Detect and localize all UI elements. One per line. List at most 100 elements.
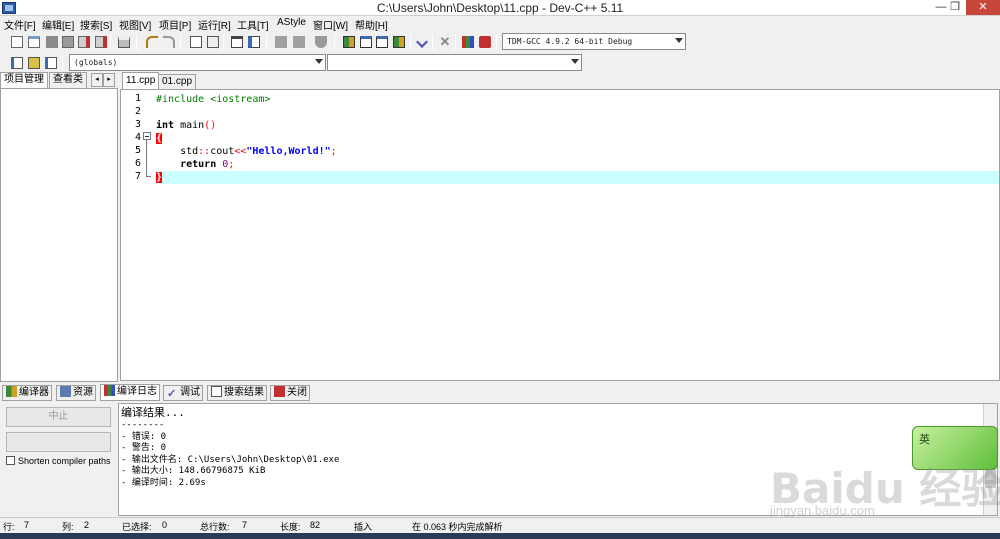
tab-scroll-right-button[interactable]: ▸ <box>103 73 115 87</box>
tab-compiler[interactable]: 编译器 <box>2 385 52 401</box>
close-brace-highlight: } <box>156 172 163 183</box>
close-file-button[interactable] <box>75 33 91 49</box>
print-button[interactable] <box>115 33 131 49</box>
code-line-1: #include <iostream> <box>156 94 271 105</box>
syntax-check-button[interactable] <box>413 33 429 49</box>
symbol-select[interactable] <box>327 54 582 71</box>
shorten-paths-checkbox[interactable]: Shorten compiler paths <box>6 456 111 466</box>
find-button[interactable] <box>187 33 203 49</box>
save-icon <box>46 36 58 48</box>
tab-resources-label: 资源 <box>73 387 93 398</box>
chevron-down-icon <box>675 38 683 43</box>
status-col-label: 列: <box>62 522 74 532</box>
check-icon <box>416 36 428 48</box>
stop-execution-button[interactable]: ✕ <box>436 33 452 49</box>
menu-file[interactable]: 文件[F] <box>4 17 36 32</box>
tab-debug[interactable]: ✓ 调试 <box>163 385 203 401</box>
save-all-button[interactable] <box>59 33 75 49</box>
goto-bookmark-button[interactable] <box>245 33 261 49</box>
tab-scroll-left-button[interactable]: ◂ <box>91 73 103 87</box>
new-file-icon <box>11 36 23 48</box>
project-panel: 项目管理 查看类 ◂ ▸ <box>0 72 118 382</box>
compile-button[interactable] <box>340 33 356 49</box>
save-button[interactable] <box>43 33 59 49</box>
tab-compile-log[interactable]: 编译日志 <box>100 384 160 401</box>
parens: () <box>204 120 217 131</box>
toggle-bookmark-button[interactable] <box>25 54 41 70</box>
code-editor[interactable]: 1 2 3 4 5 6 7 #include <iostream> int ma… <box>120 89 1000 381</box>
new-file-button[interactable] <box>8 33 24 49</box>
compile-icon <box>343 36 355 48</box>
menu-view[interactable]: 视图[V] <box>119 17 151 32</box>
status-length-label: 长度: <box>280 522 301 532</box>
delete-profile-button[interactable] <box>476 33 492 49</box>
compile-progress-bar <box>6 432 111 452</box>
close-panel-icon <box>274 386 285 397</box>
string-literal: "Hello,World!" <box>246 146 331 157</box>
project-tree[interactable] <box>0 88 118 382</box>
add-to-project-button[interactable] <box>272 33 288 49</box>
insert-button[interactable] <box>8 54 24 70</box>
toolbar-separator <box>410 34 411 50</box>
replace-button[interactable] <box>204 33 220 49</box>
abort-compile-button[interactable]: 中止 <box>6 407 111 427</box>
close-file-icon <box>78 36 90 48</box>
semicolon: ; <box>330 146 337 157</box>
log-line: - 编译时间: 2.69s <box>121 477 206 488</box>
editor-tab-11-cpp[interactable]: 11.cpp <box>122 72 160 89</box>
rebuild-all-button[interactable] <box>390 33 406 49</box>
project-options-button[interactable] <box>312 33 328 49</box>
remove-from-project-button[interactable] <box>290 33 306 49</box>
compile-run-button[interactable] <box>373 33 389 49</box>
toolbar-separator <box>266 34 267 50</box>
compiler-icon <box>6 386 17 397</box>
line-number: 2 <box>134 106 141 117</box>
toolbar-separator <box>62 54 63 70</box>
toolbar-separator <box>223 34 224 50</box>
goto-line-button[interactable] <box>228 33 244 49</box>
fold-collapse-icon[interactable] <box>143 132 151 140</box>
chevron-down-icon <box>571 59 579 64</box>
check-icon: ✓ <box>167 388 177 400</box>
open-file-button[interactable] <box>25 33 41 49</box>
editor-tab-bar: 11.cpp 01.cpp <box>120 72 1000 89</box>
stream-operator: << <box>234 146 247 157</box>
resources-icon <box>60 386 71 397</box>
log-line: - 警告: 0 <box>121 443 167 453</box>
scope-select-value: (globals) <box>74 58 118 67</box>
profile-button[interactable] <box>459 33 475 49</box>
restore-button[interactable]: ❐ <box>943 0 967 15</box>
menu-window[interactable]: 窗口[W] <box>313 17 348 32</box>
menu-tools[interactable]: 工具[T] <box>237 17 269 32</box>
close-button[interactable]: ✕ <box>966 0 1000 15</box>
menu-run[interactable]: 运行[R] <box>198 17 231 32</box>
toolbar-separator <box>110 34 111 50</box>
tab-project-manager[interactable]: 项目管理 <box>0 72 48 89</box>
checkbox-box[interactable] <box>6 456 15 465</box>
menu-project[interactable]: 项目[P] <box>159 17 191 32</box>
menu-help[interactable]: 帮助[H] <box>355 17 388 32</box>
bookmark-icon <box>248 36 260 48</box>
tab-resources[interactable]: 资源 <box>56 385 96 401</box>
remove-from-project-icon <box>293 36 305 48</box>
toolbar-separator <box>432 34 433 50</box>
close-all-button[interactable] <box>92 33 108 49</box>
undo-button[interactable] <box>143 33 159 49</box>
run-button[interactable] <box>357 33 373 49</box>
add-to-project-icon <box>275 36 287 48</box>
menu-astyle[interactable]: AStyle <box>277 17 306 28</box>
fold-guide <box>146 140 147 176</box>
editor-tab-01-cpp[interactable]: 01.cpp <box>158 74 197 89</box>
code-line-3: int main() <box>156 119 216 132</box>
menu-search[interactable]: 搜索[S] <box>80 17 112 32</box>
tab-search-results[interactable]: 搜索结果 <box>207 385 267 401</box>
goto-bookmark-2-button[interactable] <box>42 54 58 70</box>
menu-edit[interactable]: 编辑[E] <box>42 17 74 32</box>
compiler-select-value: TDM-GCC 4.9.2 64-bit Debug <box>507 37 633 46</box>
compiler-select[interactable]: TDM-GCC 4.9.2 64-bit Debug <box>502 33 686 50</box>
tab-close[interactable]: 关闭 <box>270 385 310 401</box>
scope-select[interactable]: (globals) <box>69 54 326 71</box>
toggle-bookmark-icon <box>28 57 40 69</box>
redo-button[interactable] <box>160 33 176 49</box>
tab-class-browser[interactable]: 查看类 <box>49 72 87 88</box>
